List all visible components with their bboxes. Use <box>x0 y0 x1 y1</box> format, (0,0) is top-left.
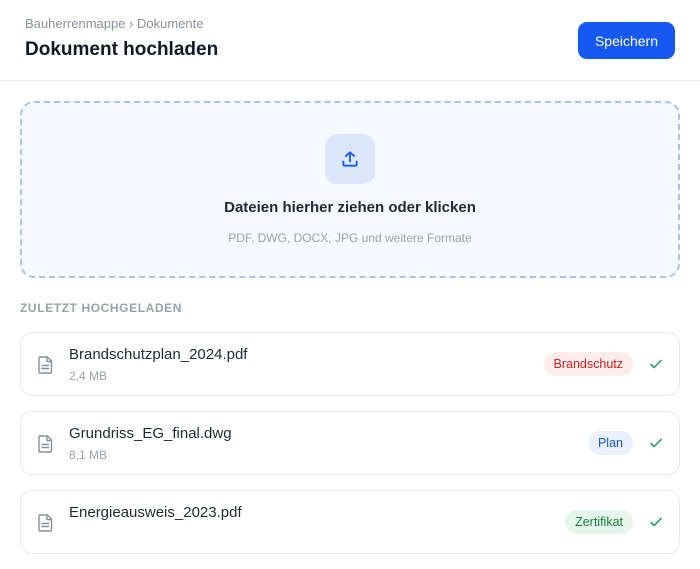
check-icon <box>650 359 662 369</box>
upload-icon <box>325 134 375 184</box>
file-size: 2,4 MB <box>69 369 108 383</box>
file-size: 8,1 MB <box>69 448 108 462</box>
category-tag: Zertifikat <box>565 510 633 534</box>
document-icon <box>38 356 53 374</box>
category-tag: Plan <box>587 431 633 455</box>
document-icon <box>38 514 53 532</box>
file-name: Brandschutzplan_2024.pdf <box>69 346 248 363</box>
document-icon <box>38 435 53 453</box>
save-button[interactable]: Speichern <box>578 22 675 59</box>
file-name: Grundriss_EG_final.dwg <box>69 425 232 442</box>
recent-uploads-list: Brandschutzplan_2024.pdf 2,4 MB Brandsch… <box>20 332 680 569</box>
file-card[interactable]: Brandschutzplan_2024.pdf 2,4 MB Brandsch… <box>20 332 680 396</box>
check-icon <box>650 438 662 448</box>
upload-dropzone[interactable]: Dateien hierher ziehen oder klicken PDF,… <box>20 101 680 278</box>
dropzone-title: Dateien hierher ziehen oder klicken <box>224 199 476 216</box>
file-card[interactable]: Energieausweis_2023.pdf Zertifikat <box>20 490 680 554</box>
file-name: Energieausweis_2023.pdf <box>69 504 242 521</box>
dropzone-hint: PDF, DWG, DOCX, JPG und weitere Formate <box>228 231 472 245</box>
recent-uploads-heading: ZULETZT HOCHGELADEN <box>20 301 183 315</box>
category-tag: Brandschutz <box>543 352 633 376</box>
check-icon <box>650 517 662 527</box>
page-header: Bauherrenmappe › Dokumente Dokument hoch… <box>0 0 700 81</box>
file-card[interactable]: Grundriss_EG_final.dwg 8,1 MB Plan <box>20 411 680 475</box>
